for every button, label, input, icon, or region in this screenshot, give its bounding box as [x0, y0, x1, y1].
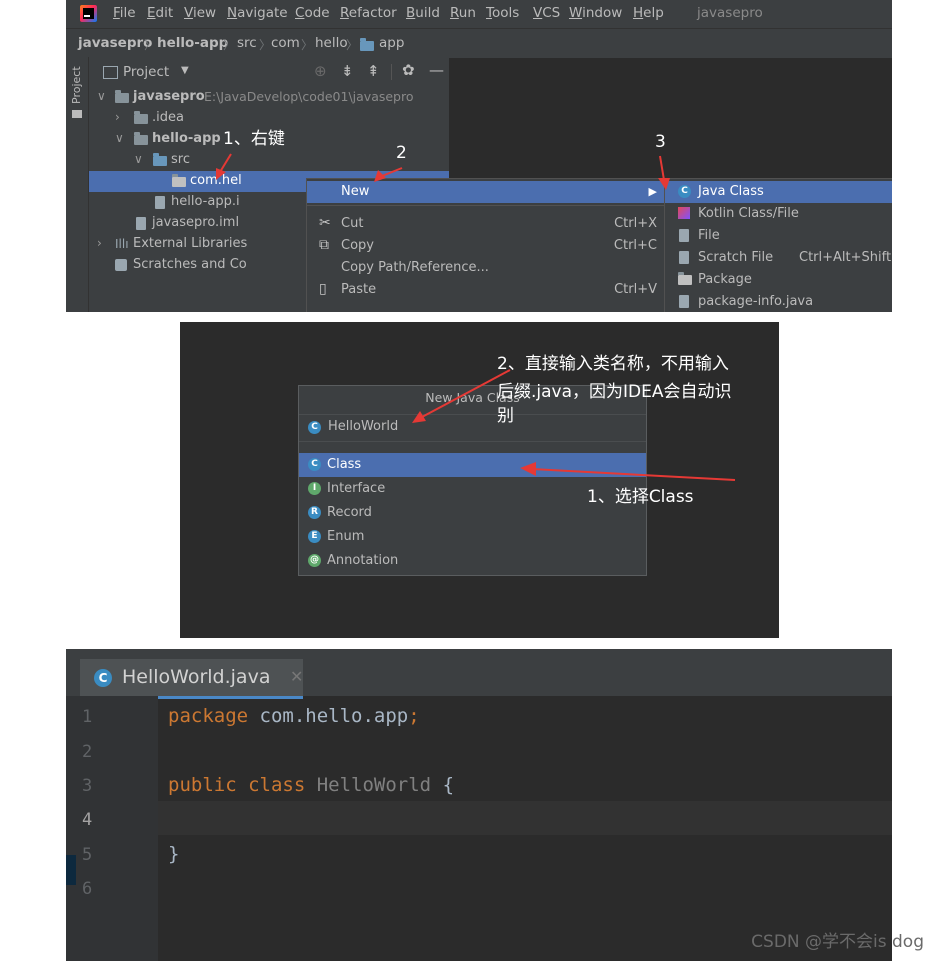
keyword: public class — [168, 774, 306, 796]
code-line-3[interactable]: public class HelloWorld { — [168, 774, 454, 796]
package-name: com.hello.app — [248, 705, 409, 727]
editor-tab-label: HelloWorld.java — [122, 666, 271, 688]
line-number-current: 4 — [82, 810, 93, 830]
keyword: package — [168, 705, 249, 727]
watermark: CSDN @学不会is dog — [751, 932, 924, 952]
gutter-marker — [66, 855, 76, 885]
editor-tab-bar: C HelloWorld.java ✕ — [66, 649, 892, 699]
annotation-arrows — [216, 153, 670, 190]
editor-panel: C HelloWorld.java ✕ 1 2 3 4 5 6 package … — [66, 649, 892, 961]
arrow-head-icon — [520, 462, 536, 476]
arrow-line — [531, 468, 736, 481]
arrow-line — [381, 167, 403, 177]
semicolon: ; — [408, 705, 420, 727]
current-line-highlight — [158, 801, 892, 835]
close-icon[interactable]: ✕ — [290, 667, 303, 686]
annotation-arrows — [412, 369, 736, 481]
arrow-head-icon — [658, 178, 670, 190]
line-number: 6 — [82, 879, 93, 899]
new-java-class-panel: New Java Class C HelloWorld C Class I In… — [180, 322, 779, 638]
code-line-5[interactable]: } — [168, 843, 179, 865]
java-class-icon: C — [94, 669, 112, 687]
editor-tab[interactable]: C HelloWorld.java ✕ — [80, 659, 303, 699]
arrow-line — [659, 155, 665, 181]
arrow-line — [421, 369, 511, 418]
line-number: 5 — [82, 845, 93, 865]
arrow-line — [219, 153, 232, 173]
line-number: 2 — [82, 742, 93, 762]
line-gutter — [66, 696, 158, 961]
class-name: HelloWorld — [305, 774, 432, 796]
line-number: 1 — [82, 707, 93, 727]
ide-project-panel: File Edit View Navigate Code Refactor Bu… — [66, 0, 892, 312]
line-number: 3 — [82, 776, 93, 796]
open-brace: { — [431, 774, 455, 796]
code-line-1[interactable]: package com.hello.app; — [168, 705, 420, 727]
